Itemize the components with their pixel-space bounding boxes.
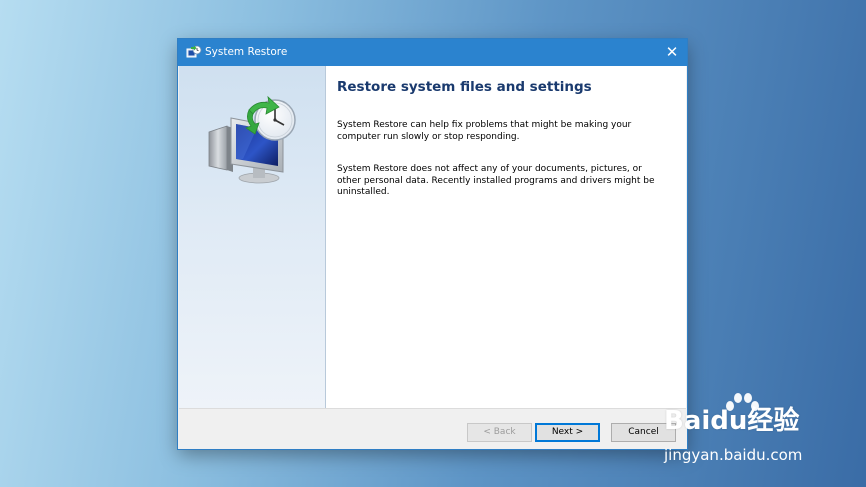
computer-restore-clock-icon: [208, 95, 296, 184]
system-restore-window: System Restore ✕ Restore system files an…: [178, 39, 687, 449]
paw-icon: [726, 393, 759, 411]
content-area: Restore system files and settings System…: [337, 78, 672, 197]
button-bar: < Back Next > Cancel: [179, 408, 686, 449]
watermark-url: jingyan.baidu.com: [664, 446, 803, 464]
description-paragraph-1: System Restore can help fix problems tha…: [337, 120, 632, 142]
next-button[interactable]: Next >: [535, 423, 600, 442]
back-button[interactable]: < Back: [467, 423, 532, 442]
title-bar[interactable]: System Restore ✕: [178, 39, 687, 66]
baidu-watermark: Baidu经验 jingyan.baidu.com: [664, 392, 824, 472]
close-icon: ✕: [665, 43, 679, 61]
system-restore-icon: [186, 45, 202, 58]
dialog-body: Restore system files and settings System…: [179, 66, 686, 408]
close-button[interactable]: ✕: [657, 39, 687, 66]
page-heading: Restore system files and settings: [337, 79, 592, 95]
description-paragraph-2: System Restore does not affect any of yo…: [337, 164, 655, 197]
sidebar-panel: [179, 66, 326, 408]
window-title: System Restore: [205, 46, 288, 58]
